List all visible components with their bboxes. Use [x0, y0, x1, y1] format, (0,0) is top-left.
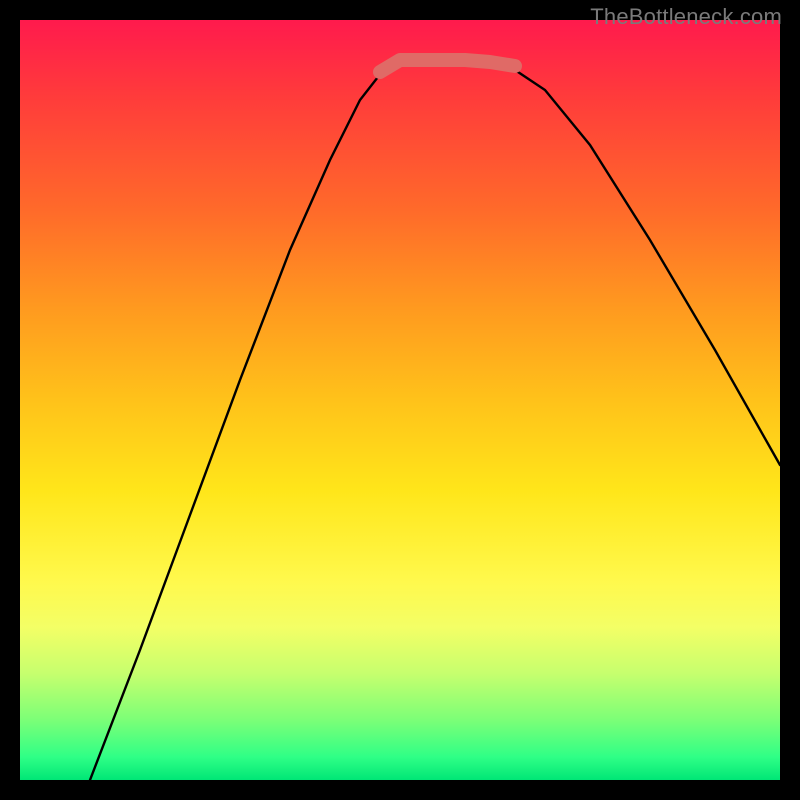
- plot-area: [20, 20, 780, 780]
- chart-stage: TheBottleneck.com: [0, 0, 800, 800]
- curve-svg: [20, 20, 780, 780]
- optimal-zone-highlight: [380, 60, 515, 72]
- watermark-text: TheBottleneck.com: [590, 4, 782, 30]
- bottleneck-curve: [90, 60, 780, 780]
